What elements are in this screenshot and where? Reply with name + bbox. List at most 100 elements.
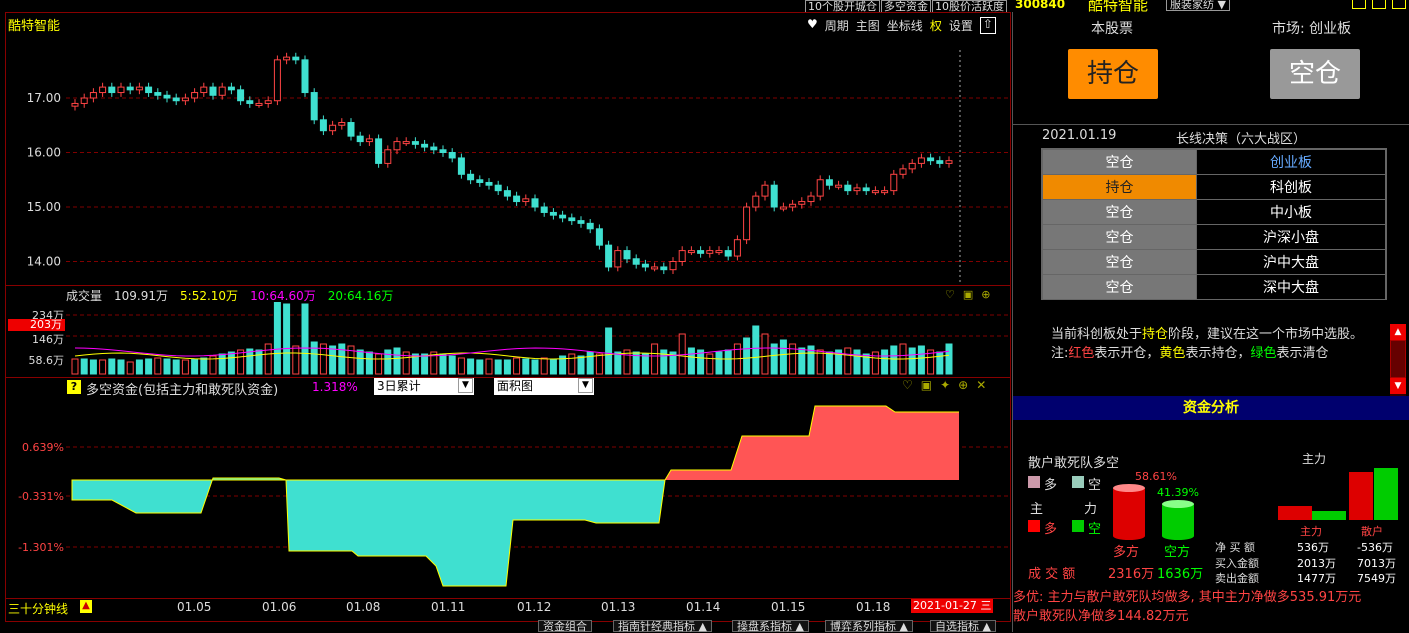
minimize-icon[interactable] [1352, 0, 1366, 9]
volume-bar [871, 351, 879, 375]
candle [421, 139, 429, 152]
volume-bar [936, 351, 944, 375]
zone-table: 空仓 创业板 持仓 科创板 空仓 中小板 空仓 沪深小盘 空仓 沪中大盘 空仓 深中大盘 [1041, 148, 1387, 300]
price-tick: 15.00 [27, 200, 61, 214]
tab-game[interactable]: 博弈系列指标 ▲ [825, 620, 913, 632]
heart-outline-icon[interactable]: ♡ [945, 288, 955, 301]
main-retail-bars [1278, 468, 1398, 520]
volume-bar [172, 359, 180, 375]
volume-bar [273, 302, 281, 375]
zone-name: 沪深小盘 [1196, 224, 1386, 250]
retail-title: 散户敢死队多空 [1028, 456, 1120, 471]
candle [908, 159, 916, 174]
candle [669, 257, 677, 275]
candle [614, 246, 622, 272]
tab-custom[interactable]: 自选指标 ▲ [930, 620, 996, 632]
save-icon[interactable]: ▣ [963, 288, 973, 301]
zone-row[interactable]: 空仓 中小板 [1042, 199, 1386, 225]
heart-outline-icon[interactable]: ♡ [902, 378, 913, 392]
zoom-icon[interactable]: ⊕ [981, 288, 990, 301]
tab-compass[interactable]: 指南针经典指标 ▲ [613, 620, 712, 632]
date-tick: 01.14 [686, 600, 721, 614]
volume-bar [181, 359, 189, 375]
candle [172, 93, 180, 106]
tab-fund-combo[interactable]: 资金组合 [538, 620, 592, 632]
candle [503, 186, 511, 201]
industry-select[interactable]: 服装家纺 ▼ [1166, 0, 1230, 11]
candle [329, 120, 337, 136]
warn-icon[interactable]: ▲ [80, 600, 92, 613]
volume-bar [338, 343, 346, 375]
scroll-up-icon[interactable]: ▲ [1390, 324, 1406, 340]
candle [632, 254, 640, 269]
zone-state: 空仓 [1042, 274, 1197, 300]
candle [99, 82, 107, 97]
main-long-bar [1278, 506, 1312, 520]
volume-bar [798, 347, 806, 375]
advice-text: 当前科创板处于持仓阶段，建议在这一个市场中选股。 注:红色表示开仓，黄色表示持仓… [1051, 325, 1371, 363]
volume-bar [752, 325, 760, 375]
close-x-icon[interactable]: ✕ [976, 378, 986, 392]
volume-bar [586, 351, 594, 375]
candle [917, 153, 925, 168]
date-tick: 01.12 [517, 600, 552, 614]
zone-row[interactable]: 持仓 科创板 [1042, 174, 1386, 200]
volume-bar [568, 353, 576, 375]
candle [338, 118, 346, 130]
candle [319, 115, 327, 136]
help-icon[interactable]: ? [67, 380, 81, 394]
scrollbar[interactable]: ▲ ▼ [1390, 324, 1406, 396]
note-red: 红色 [1068, 346, 1095, 361]
candle [365, 134, 373, 146]
candle [549, 208, 557, 220]
candle [191, 88, 199, 103]
hold-button[interactable]: 持仓 [1068, 49, 1158, 99]
candle [789, 199, 797, 212]
volume-bar [89, 359, 97, 375]
accum-select[interactable]: 3日累计 ▼ [374, 378, 474, 395]
zone-row[interactable]: 空仓 沪深小盘 [1042, 224, 1386, 250]
tab-operate[interactable]: 操盘系指标 ▲ [732, 620, 809, 632]
volume-bar [292, 345, 300, 375]
candle [301, 55, 309, 97]
candle [209, 82, 217, 100]
zone-row[interactable]: 空仓 沪中大盘 [1042, 249, 1386, 275]
zone-row[interactable]: 空仓 创业板 [1042, 149, 1386, 175]
zone-state: 空仓 [1042, 199, 1197, 225]
candle [825, 175, 833, 190]
volume-marker: 203万 [8, 319, 65, 331]
indicator-title: 多空资金(包括主力和敢死队资金) [86, 383, 279, 398]
chevron-down-icon[interactable]: ▼ [578, 378, 593, 393]
close-icon[interactable] [1392, 0, 1406, 9]
chevron-down-icon[interactable]: ▼ [458, 378, 473, 393]
candle [522, 194, 530, 206]
candle [531, 194, 539, 212]
candle [540, 202, 548, 217]
candle [255, 99, 263, 108]
volume-bar [421, 353, 429, 375]
scroll-thumb[interactable] [1390, 340, 1406, 378]
col-retail: 散户 [1361, 525, 1383, 538]
chart-type-select[interactable]: 面积图 ▼ [494, 378, 594, 395]
volume-bar [761, 333, 769, 375]
candle [927, 153, 935, 166]
period-label: 三十分钟线 [8, 602, 69, 616]
empty-button[interactable]: 空仓 [1270, 49, 1360, 99]
volume-bar [494, 359, 502, 375]
candle [117, 82, 125, 97]
legend-retail-long [1028, 476, 1040, 488]
pin-icon[interactable]: ✦ [940, 378, 950, 392]
zoom-icon[interactable]: ⊕ [958, 378, 968, 392]
date-tick: 01.15 [771, 600, 806, 614]
candle [586, 218, 594, 234]
zone-row[interactable]: 空仓 深中大盘 [1042, 274, 1386, 300]
long-label: 多方 [1113, 545, 1140, 560]
volume-bar [844, 347, 852, 375]
save-icon[interactable]: ▣ [921, 378, 932, 392]
indicator-tick: -1.301% [18, 541, 64, 554]
window-icon[interactable] [1372, 0, 1386, 9]
candle [577, 216, 585, 228]
candle [89, 88, 97, 103]
scroll-down-icon[interactable]: ▼ [1390, 378, 1406, 394]
fund-row-retail: -536万 [1357, 541, 1393, 554]
